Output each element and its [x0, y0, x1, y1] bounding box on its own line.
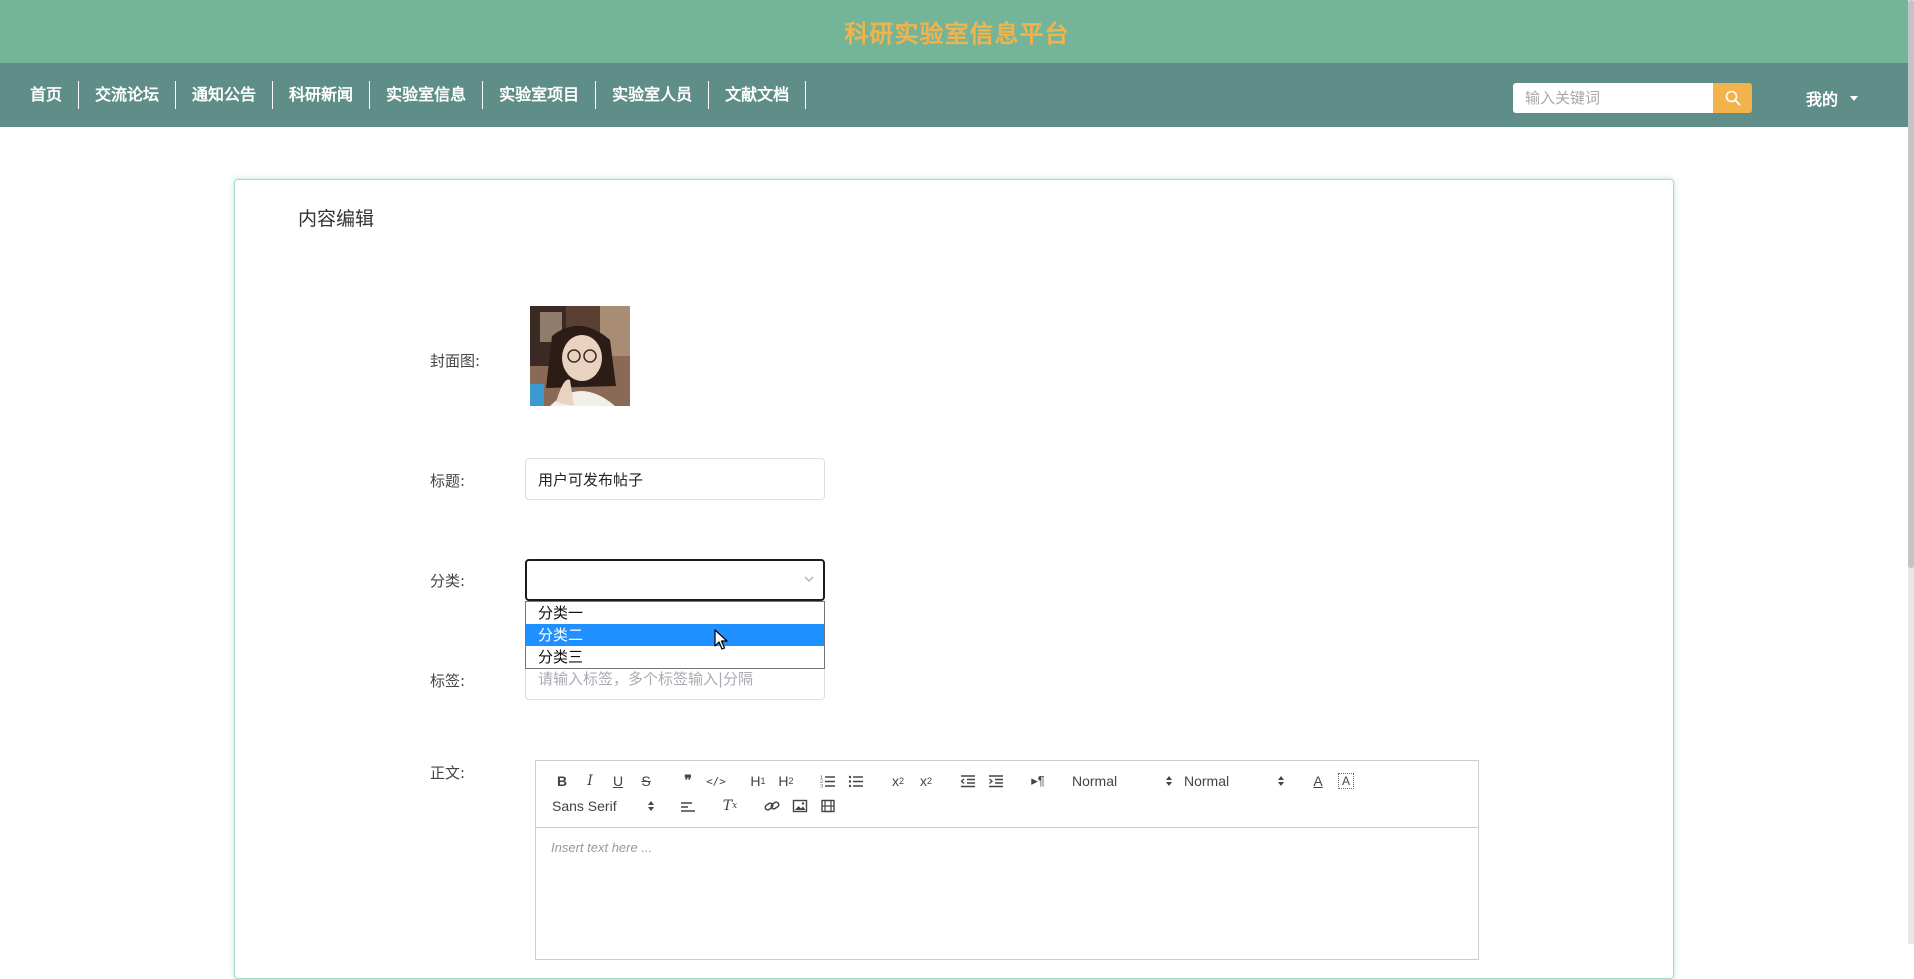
content-label: 正文: — [430, 764, 466, 782]
font-color-icon[interactable]: A — [1304, 769, 1332, 793]
header-picker[interactable]: Normal — [1066, 769, 1178, 793]
top-banner: 科研实验室信息平台 — [0, 0, 1914, 63]
image-icon[interactable] — [786, 794, 814, 818]
nav-item-news[interactable]: 科研新闻 — [273, 81, 371, 109]
my-account-menu[interactable]: 我的 — [1806, 83, 1859, 113]
nav-item-lab-projects[interactable]: 实验室项目 — [483, 81, 597, 109]
font-picker[interactable]: Sans Serif — [548, 794, 660, 818]
chevron-down-icon — [804, 576, 814, 582]
category-label: 分类: — [430, 572, 466, 590]
rich-text-editor: B I U S ❞ </> H1 H2 123 x2 x2 ▸¶ Normal … — [535, 760, 1479, 960]
subscript-icon[interactable]: x2 — [884, 769, 912, 793]
clear-format-icon[interactable]: Tx — [716, 794, 744, 818]
nav-item-lab-members[interactable]: 实验室人员 — [596, 81, 710, 109]
site-title: 科研实验室信息平台 — [844, 20, 1070, 48]
my-account-label: 我的 — [1806, 90, 1839, 109]
mouse-pointer-icon — [714, 629, 728, 650]
font-picker-label: Sans Serif — [552, 798, 617, 814]
header-picker-label: Normal — [1072, 773, 1118, 789]
page-title: 内容编辑 — [298, 208, 375, 230]
code-block-icon[interactable]: </> — [702, 769, 730, 793]
up-down-arrows-icon — [648, 801, 654, 811]
category-option-3[interactable]: 分类三 — [526, 646, 824, 668]
cover-image[interactable] — [530, 306, 630, 406]
background-color-icon[interactable]: A — [1338, 773, 1354, 789]
title-input[interactable] — [525, 458, 825, 500]
nav-item-home[interactable]: 首页 — [14, 81, 80, 109]
title-label: 标题: — [430, 472, 466, 490]
cover-photo-icon — [530, 306, 630, 406]
nav-item-lab-info[interactable]: 实验室信息 — [370, 81, 484, 109]
underline-icon[interactable]: U — [604, 769, 632, 793]
nav-menu: 首页 交流论坛 通知公告 科研新闻 实验室信息 实验室项目 实验室人员 文献文档 — [14, 63, 807, 127]
align-icon[interactable] — [674, 794, 702, 818]
heading-2-icon[interactable]: H2 — [772, 769, 800, 793]
nav-item-documents[interactable]: 文献文档 — [709, 81, 807, 109]
category-select[interactable] — [525, 559, 825, 601]
link-icon[interactable] — [758, 794, 786, 818]
size-picker-label: Normal — [1184, 773, 1230, 789]
category-option-2[interactable]: 分类二 — [526, 624, 824, 646]
svg-text:3: 3 — [820, 784, 823, 789]
page-scrollbar-thumb[interactable] — [1908, 0, 1914, 568]
tags-label: 标签: — [430, 672, 466, 690]
indent-icon[interactable] — [982, 769, 1010, 793]
text-direction-icon[interactable]: ▸¶ — [1024, 769, 1052, 793]
strikethrough-icon[interactable]: S — [632, 769, 660, 793]
heading-1-icon[interactable]: H1 — [744, 769, 772, 793]
caret-down-icon — [1850, 95, 1859, 101]
search-input[interactable] — [1513, 83, 1713, 113]
search-button[interactable] — [1713, 83, 1752, 113]
size-picker[interactable]: Normal — [1178, 769, 1290, 793]
video-icon[interactable] — [814, 794, 842, 818]
category-dropdown-list: 分类一 分类二 分类三 — [525, 601, 825, 669]
ordered-list-icon[interactable]: 123 — [814, 769, 842, 793]
italic-icon[interactable]: I — [576, 769, 604, 793]
up-down-arrows-icon — [1166, 776, 1172, 786]
category-option-1[interactable]: 分类一 — [526, 602, 824, 624]
editor-content-area[interactable]: Insert text here ... — [536, 828, 1478, 867]
nav-item-forum[interactable]: 交流论坛 — [79, 81, 177, 109]
bold-icon[interactable]: B — [548, 769, 576, 793]
editor-toolbar: B I U S ❞ </> H1 H2 123 x2 x2 ▸¶ Normal … — [536, 761, 1478, 828]
nav-item-notices[interactable]: 通知公告 — [176, 81, 274, 109]
outdent-icon[interactable] — [954, 769, 982, 793]
blockquote-icon[interactable]: ❞ — [674, 769, 702, 793]
search-icon — [1725, 90, 1740, 106]
bullet-list-icon[interactable] — [842, 769, 870, 793]
up-down-arrows-icon — [1278, 776, 1284, 786]
cover-label: 封面图: — [430, 352, 481, 370]
superscript-icon[interactable]: x2 — [912, 769, 940, 793]
